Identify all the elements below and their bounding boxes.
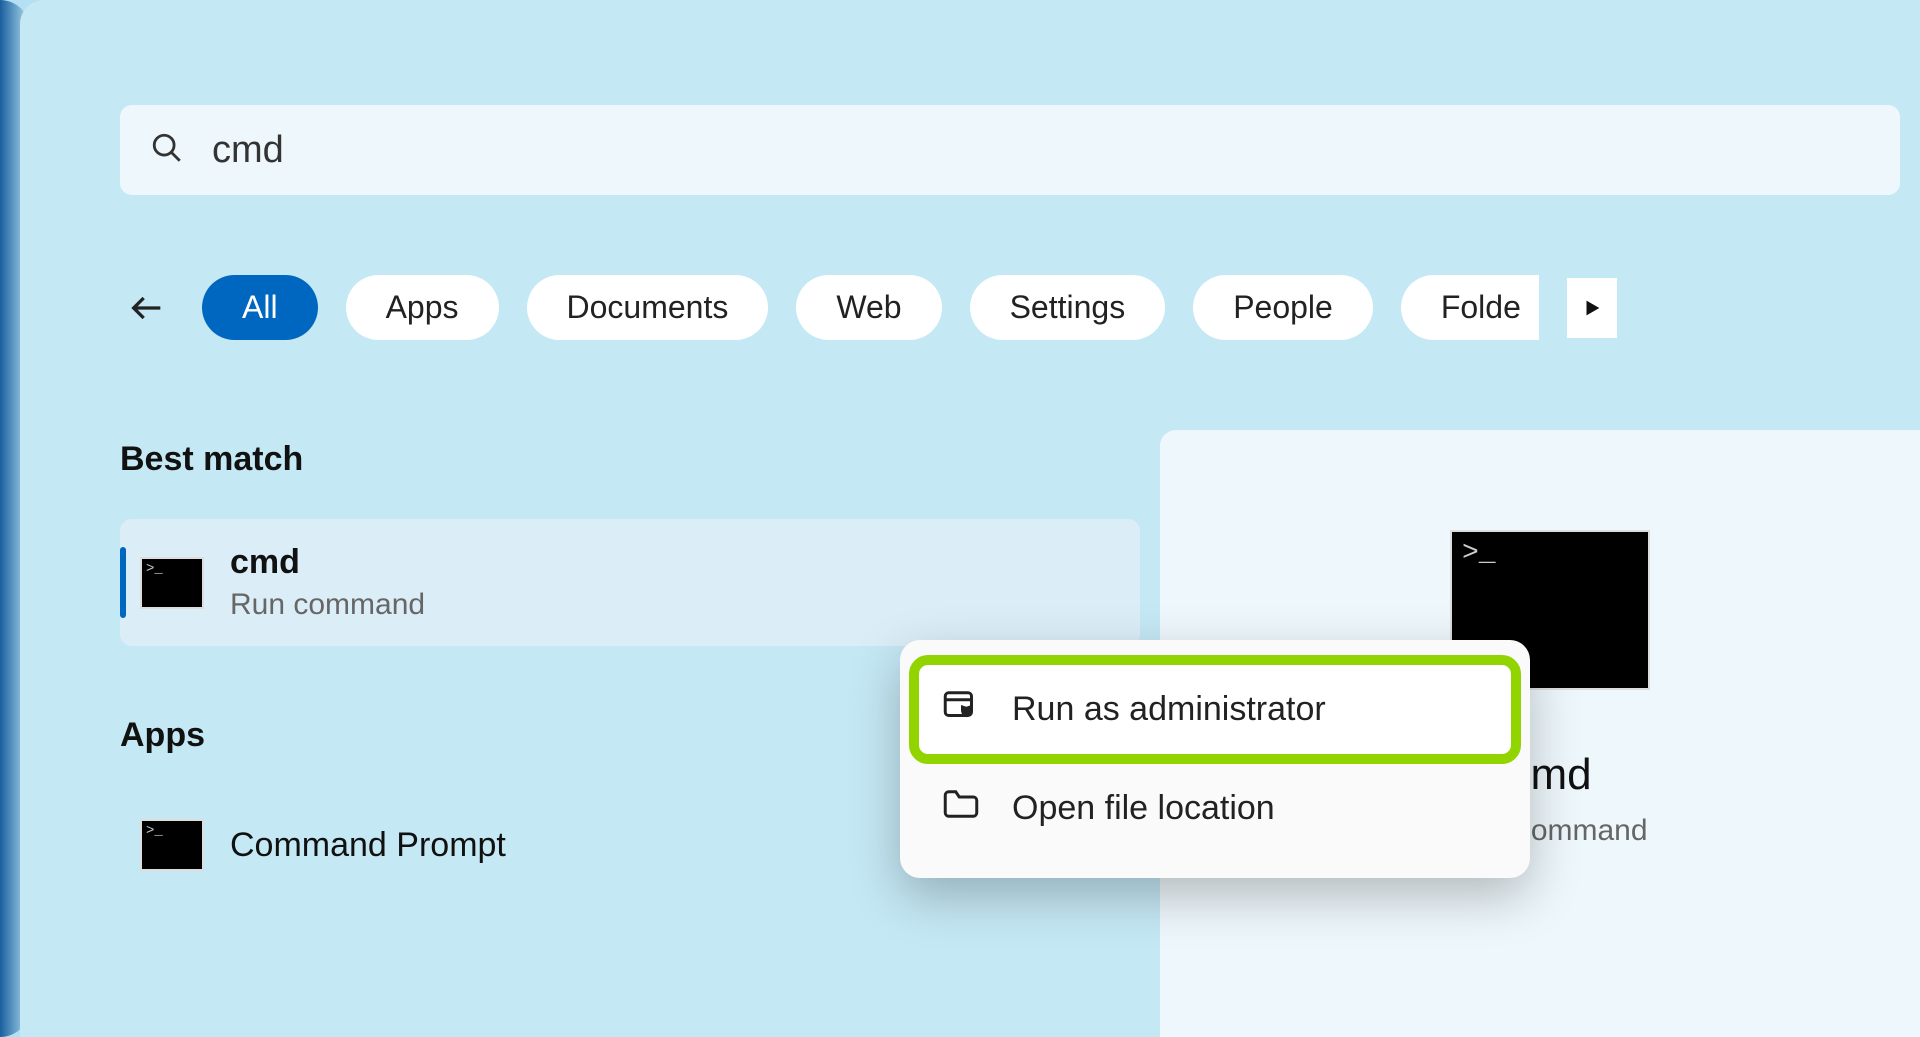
result-title: cmd bbox=[230, 543, 425, 582]
admin-shield-icon bbox=[940, 684, 982, 735]
filter-all[interactable]: All bbox=[202, 275, 318, 340]
back-button[interactable] bbox=[120, 281, 174, 335]
filters-scroll-right[interactable] bbox=[1567, 278, 1617, 338]
folder-icon bbox=[940, 783, 982, 834]
filter-web[interactable]: Web bbox=[796, 275, 941, 340]
start-search-panel: All Apps Documents Web Settings People F… bbox=[20, 0, 1920, 1037]
context-item-label: Run as administrator bbox=[1012, 690, 1326, 729]
filter-people[interactable]: People bbox=[1193, 275, 1373, 340]
filter-folders[interactable]: Folde bbox=[1401, 275, 1539, 340]
best-match-header: Best match bbox=[120, 440, 1140, 479]
filter-apps[interactable]: Apps bbox=[346, 275, 499, 340]
context-open-file-location[interactable]: Open file location bbox=[914, 759, 1516, 858]
search-icon bbox=[150, 131, 184, 170]
result-subtitle: Run command bbox=[230, 588, 425, 622]
context-menu: Run as administrator Open file location bbox=[900, 640, 1530, 878]
search-input[interactable] bbox=[212, 129, 1870, 172]
search-bar[interactable] bbox=[120, 105, 1900, 195]
filter-documents[interactable]: Documents bbox=[527, 275, 769, 340]
result-title: Command Prompt bbox=[230, 826, 506, 865]
cmd-icon bbox=[140, 557, 204, 609]
filter-settings[interactable]: Settings bbox=[970, 275, 1166, 340]
context-item-label: Open file location bbox=[1012, 789, 1275, 828]
cmd-icon bbox=[140, 819, 204, 871]
best-match-result[interactable]: cmd Run command bbox=[120, 519, 1140, 646]
filter-row: All Apps Documents Web Settings People F… bbox=[120, 275, 1617, 340]
context-run-as-administrator[interactable]: Run as administrator bbox=[914, 660, 1516, 759]
